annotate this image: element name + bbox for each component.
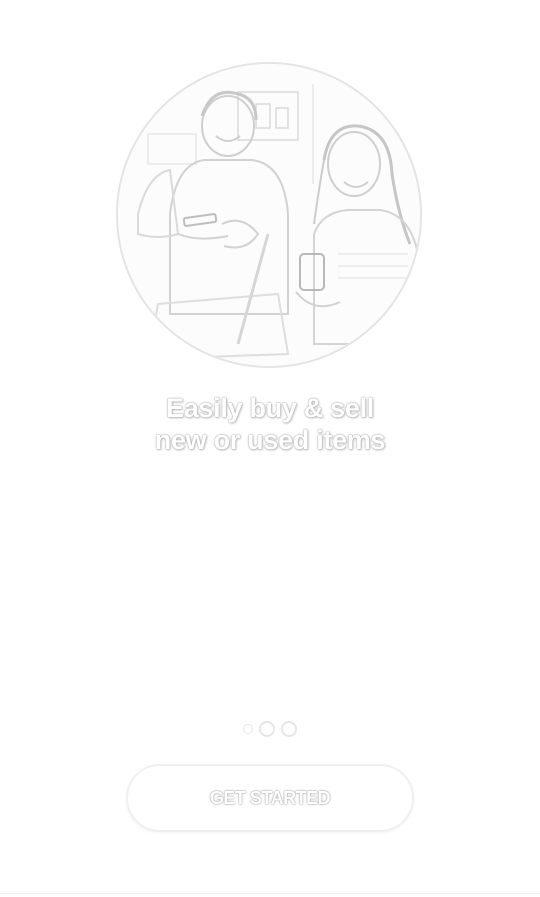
page-dot-2[interactable]	[259, 721, 275, 737]
onboarding-screen: Easily buy & sell new or used items GET …	[0, 0, 540, 897]
get-started-label: GET STARTED	[209, 787, 331, 808]
people-illustration	[118, 64, 420, 366]
bottom-divider	[0, 893, 540, 894]
get-started-button[interactable]: GET STARTED	[126, 764, 414, 832]
page-dot-3[interactable]	[281, 721, 297, 737]
headline-line-1: Easily buy & sell	[166, 393, 374, 423]
hero-image	[116, 62, 422, 368]
onboarding-headline: Easily buy & sell new or used items	[0, 392, 540, 456]
page-indicator	[0, 718, 540, 740]
headline-line-2: new or used items	[154, 425, 386, 455]
page-dot-1[interactable]	[243, 724, 253, 734]
